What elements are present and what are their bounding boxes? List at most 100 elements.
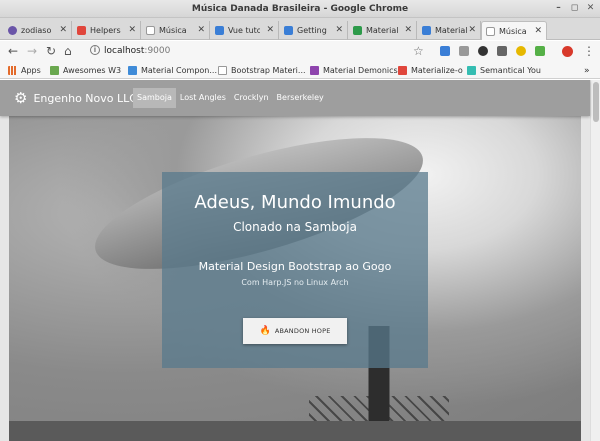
hero-subtitle: Clonado na Samboja bbox=[233, 220, 357, 234]
bookmarks-overflow-icon[interactable]: » bbox=[584, 64, 590, 77]
extension-filter-icon[interactable] bbox=[459, 46, 469, 56]
hero-tagline: Material Design Bootstrap ao Gogo bbox=[198, 260, 392, 273]
button-label: ABANDON HOPE bbox=[274, 327, 331, 335]
browser-tab-active[interactable]: Música ✕ bbox=[481, 21, 547, 40]
bookmark-label: Material Demonics bbox=[323, 66, 398, 75]
url-host: localhost bbox=[104, 46, 145, 56]
browser-toolbar: ← → ↻ ⌂ i localhost:9000 ☆ ⋮ bbox=[0, 41, 600, 61]
nav-link-samboja[interactable]: Samboja bbox=[133, 88, 176, 108]
window-title: Música Danada Brasileira - Google Chrome bbox=[191, 4, 409, 14]
tab-favicon-icon bbox=[8, 26, 17, 35]
tab-label: Material bbox=[435, 26, 467, 35]
gears-icon: ⚙ bbox=[14, 89, 28, 107]
site-brand[interactable]: ⚙ Engenho Novo LLC bbox=[14, 89, 137, 107]
tab-favicon-icon bbox=[77, 26, 86, 35]
site-info-icon[interactable]: i bbox=[90, 45, 100, 55]
address-bar[interactable]: localhost:9000 bbox=[104, 43, 459, 59]
window-titlebar: Música Danada Brasileira - Google Chrome… bbox=[0, 0, 600, 18]
tab-favicon-icon bbox=[284, 26, 293, 35]
maximize-icon[interactable]: ◻ bbox=[569, 3, 580, 14]
tab-favicon-icon bbox=[486, 26, 495, 36]
materialize-icon bbox=[398, 66, 407, 75]
browser-tab[interactable]: Getting ✕ bbox=[280, 21, 348, 40]
minimize-icon[interactable]: – bbox=[553, 3, 564, 14]
tab-label: Vue tuto bbox=[228, 26, 260, 35]
page-scrollbar[interactable] bbox=[590, 80, 600, 441]
extension-dark-icon[interactable] bbox=[478, 46, 488, 56]
bookmark-item[interactable]: Awesomes W3 bbox=[50, 64, 121, 77]
page-icon bbox=[218, 66, 227, 75]
tab-label: zodiaso bbox=[21, 26, 52, 35]
material-components-icon bbox=[128, 66, 137, 75]
bookmark-item[interactable]: Semantical You bbox=[467, 64, 541, 77]
extension-green-icon[interactable] bbox=[535, 46, 545, 56]
url-port: :9000 bbox=[144, 46, 171, 56]
extension-v-icon[interactable] bbox=[440, 46, 450, 56]
browser-tab[interactable]: Material ✕ bbox=[418, 21, 481, 40]
tab-close-icon[interactable]: ✕ bbox=[128, 25, 136, 35]
hero-note: Com Harp.JS no Linux Arch bbox=[241, 278, 349, 287]
tab-close-icon[interactable]: ✕ bbox=[335, 25, 343, 35]
close-window-icon[interactable]: ✕ bbox=[585, 3, 596, 14]
browser-tab[interactable]: Vue tuto ✕ bbox=[211, 21, 279, 40]
browser-tab[interactable]: Material ✕ bbox=[349, 21, 417, 40]
web-page: ⚙ Engenho Novo LLC Samboja Lost Angles C… bbox=[0, 80, 600, 441]
tab-close-icon[interactable]: ✕ bbox=[404, 25, 412, 35]
browser-tab[interactable]: zodiaso ✕ bbox=[4, 21, 72, 40]
site-navbar: ⚙ Engenho Novo LLC Samboja Lost Angles C… bbox=[0, 80, 590, 116]
hero-title: Adeus, Mundo Imundo bbox=[194, 192, 396, 213]
forward-icon[interactable]: → bbox=[27, 43, 37, 59]
bookmark-item[interactable]: Materialize-o bbox=[398, 64, 463, 77]
browser-tab[interactable]: Helpers ✕ bbox=[73, 21, 141, 40]
tab-favicon-icon bbox=[215, 26, 224, 35]
tab-close-icon[interactable]: ✕ bbox=[266, 25, 274, 35]
home-icon[interactable]: ⌂ bbox=[64, 43, 72, 59]
bookmark-item[interactable]: Bootstrap Materi... bbox=[218, 64, 306, 77]
menu-kebab-icon[interactable]: ⋮ bbox=[583, 43, 595, 59]
tab-label: Getting bbox=[297, 26, 327, 35]
bookmark-label: Semantical You bbox=[480, 66, 541, 75]
bookmark-star-icon[interactable]: ☆ bbox=[413, 43, 424, 59]
nav-link-crocklyn[interactable]: Crocklyn bbox=[230, 88, 273, 108]
bookmark-item[interactable]: Material Compon... bbox=[128, 64, 217, 77]
tab-close-icon[interactable]: ✕ bbox=[534, 26, 542, 36]
site-nav-links: Samboja Lost Angles Crocklyn Berserkeley bbox=[133, 88, 328, 108]
nav-link-berserkeley[interactable]: Berserkeley bbox=[273, 88, 328, 108]
bookmarks-bar: Apps Awesomes W3 Material Compon... Boot… bbox=[0, 61, 600, 79]
bookmark-label: Apps bbox=[21, 66, 41, 75]
bookmark-label: Bootstrap Materi... bbox=[231, 66, 306, 75]
tab-strip: zodiaso ✕ Helpers ✕ Música ✕ Vue tuto ✕ … bbox=[0, 18, 600, 54]
extension-yellow-icon[interactable] bbox=[516, 46, 526, 56]
profile-avatar-icon[interactable] bbox=[562, 46, 573, 57]
tab-favicon-icon bbox=[146, 26, 155, 35]
abandon-hope-button[interactable]: 🔥 ABANDON HOPE bbox=[243, 318, 347, 344]
tab-label: Música bbox=[499, 26, 527, 36]
tab-close-icon[interactable]: ✕ bbox=[59, 25, 67, 35]
hero-card: Adeus, Mundo Imundo Clonado na Samboja M… bbox=[162, 172, 428, 368]
tab-favicon-icon bbox=[422, 26, 431, 35]
nav-link-lost-angles[interactable]: Lost Angles bbox=[176, 88, 230, 108]
window-controls: – ◻ ✕ bbox=[553, 3, 596, 14]
material-demonics-icon bbox=[310, 66, 319, 75]
hero-background-image: Adeus, Mundo Imundo Clonado na Samboja M… bbox=[9, 110, 581, 441]
semantic-icon bbox=[467, 66, 476, 75]
tab-label: Helpers bbox=[90, 26, 121, 35]
browser-tab[interactable]: Música ✕ bbox=[142, 21, 210, 40]
w3-icon bbox=[50, 66, 59, 75]
apps-grid-icon bbox=[8, 66, 17, 75]
bookmark-item[interactable]: Material Demonics bbox=[310, 64, 398, 77]
flame-icon: 🔥 bbox=[259, 326, 271, 336]
ground-shape bbox=[9, 421, 581, 441]
tab-close-icon[interactable]: ✕ bbox=[197, 25, 205, 35]
tab-label: Material bbox=[366, 26, 398, 35]
reload-icon[interactable]: ↻ bbox=[46, 43, 56, 59]
tab-close-icon[interactable]: ✕ bbox=[468, 25, 476, 35]
bookmark-label: Materialize-o bbox=[411, 66, 463, 75]
brand-name: Engenho Novo LLC bbox=[33, 91, 137, 105]
bookmark-label: Awesomes W3 bbox=[63, 66, 122, 75]
scrollbar-thumb[interactable] bbox=[593, 82, 599, 122]
back-icon[interactable]: ← bbox=[8, 43, 18, 59]
bookmark-apps[interactable]: Apps bbox=[8, 64, 41, 77]
tab-favicon-icon bbox=[353, 26, 362, 35]
extension-gear-icon[interactable] bbox=[497, 46, 507, 56]
